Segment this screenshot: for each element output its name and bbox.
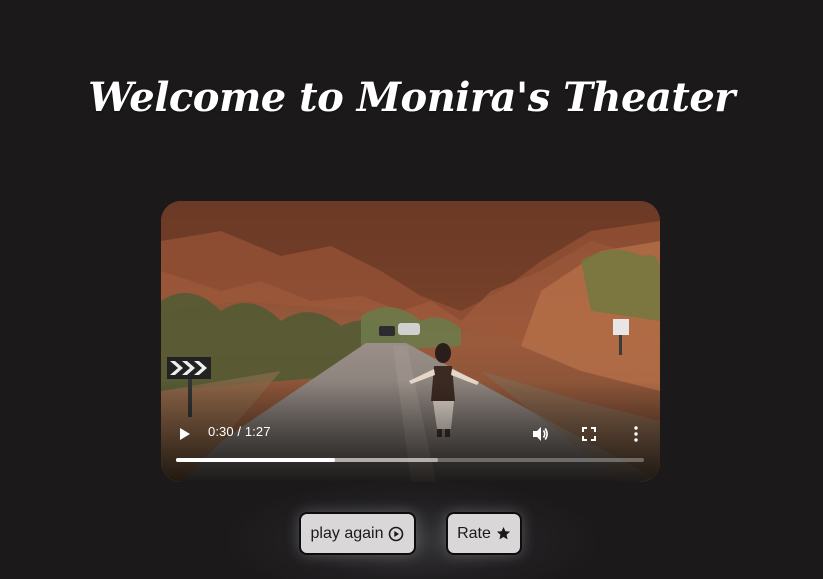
star-icon: [496, 526, 510, 540]
volume-icon[interactable]: [531, 425, 549, 443]
duration: 1:27: [244, 424, 271, 439]
page-title: Welcome to Monira's Theater: [88, 74, 735, 121]
play-again-label: play again: [310, 524, 384, 542]
fullscreen-icon[interactable]: [582, 427, 596, 441]
current-time: 0:30: [208, 424, 234, 439]
rate-button[interactable]: Rate: [446, 512, 522, 555]
play-again-button[interactable]: play again: [299, 512, 416, 555]
rate-label: Rate: [457, 524, 491, 542]
video-progress-bar: [176, 458, 336, 462]
video-time-display: 0:30 / 1:27: [208, 424, 271, 440]
video-player[interactable]: 0:30 / 1:27: [161, 201, 660, 482]
more-options-icon[interactable]: [633, 426, 639, 442]
play-icon[interactable]: [179, 427, 191, 441]
video-seek-bar[interactable]: [176, 458, 644, 462]
time-separator: /: [233, 424, 245, 439]
play-circle-icon: [389, 526, 404, 541]
